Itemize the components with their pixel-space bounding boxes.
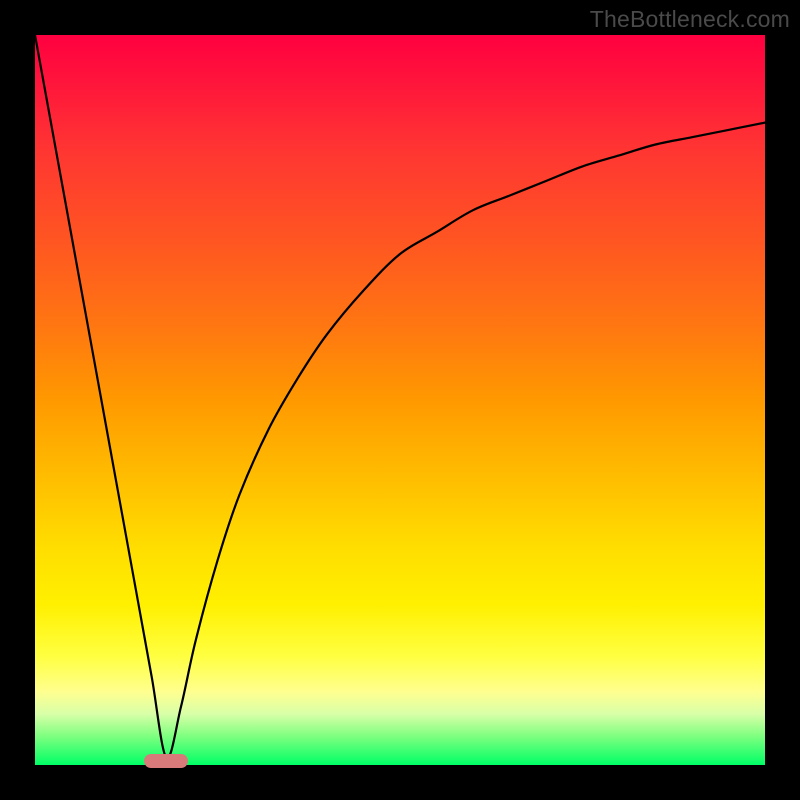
- curve-line: [35, 35, 765, 765]
- chart-frame: TheBottleneck.com: [0, 0, 800, 800]
- minimum-marker: [144, 754, 188, 768]
- watermark-text: TheBottleneck.com: [590, 6, 790, 33]
